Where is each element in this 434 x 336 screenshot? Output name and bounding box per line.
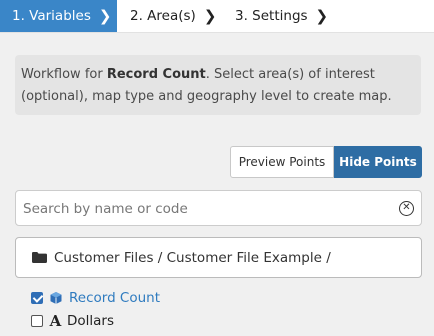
variable-item[interactable]: A Dollars bbox=[31, 312, 114, 330]
step-label: 1. Variables bbox=[12, 8, 91, 24]
folder-breadcrumb[interactable]: Customer Files / Customer File Example / bbox=[15, 237, 422, 278]
workflow-info-panel: Workflow for Record Count. Select area(s… bbox=[15, 55, 421, 115]
clear-search-icon[interactable]: ✕ bbox=[399, 201, 414, 216]
info-workflow-name: Record Count bbox=[106, 67, 206, 82]
info-text-prefix: Workflow for bbox=[21, 67, 107, 82]
wizard-steps: 1. Variables ❯ 2. Area(s) ❯ 3. Settings … bbox=[0, 0, 434, 33]
step-label: 3. Settings bbox=[235, 8, 308, 24]
search-input[interactable] bbox=[23, 199, 393, 219]
variable-checkbox[interactable] bbox=[31, 292, 43, 304]
points-toggle-group: Preview Points Hide Points bbox=[230, 146, 422, 178]
cube-icon bbox=[50, 292, 62, 304]
hide-points-button[interactable]: Hide Points bbox=[334, 146, 422, 178]
chevron-right-icon: ❯ bbox=[315, 7, 329, 25]
step-variables[interactable]: 1. Variables ❯ bbox=[0, 0, 117, 32]
variable-item[interactable]: Record Count bbox=[31, 290, 160, 306]
step-settings[interactable]: 3. Settings ❯ bbox=[222, 0, 328, 32]
variable-label[interactable]: Record Count bbox=[69, 290, 160, 306]
preview-points-button[interactable]: Preview Points bbox=[230, 146, 334, 178]
chevron-right-icon: ❯ bbox=[98, 7, 112, 25]
folder-icon bbox=[32, 252, 47, 263]
step-label: 2. Area(s) bbox=[130, 8, 196, 24]
chevron-right-icon: ❯ bbox=[203, 7, 217, 25]
step-areas[interactable]: 2. Area(s) ❯ bbox=[117, 0, 222, 32]
variable-label[interactable]: Dollars bbox=[67, 313, 114, 329]
variable-checkbox[interactable] bbox=[31, 315, 43, 327]
text-type-icon: A bbox=[49, 312, 62, 330]
breadcrumb-path: Customer Files / Customer File Example / bbox=[54, 249, 331, 266]
variable-search: ✕ bbox=[15, 190, 422, 226]
